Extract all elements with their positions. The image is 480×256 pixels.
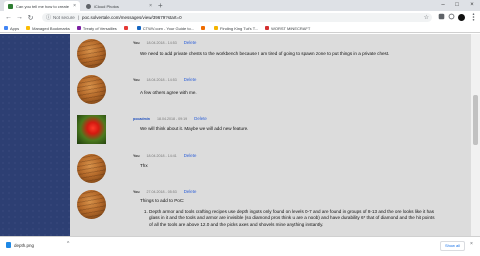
site-info-icon[interactable]: ⓘ — [46, 14, 51, 21]
bookmark-ctwv[interactable]: CTWV.com - Your Guide to... — [136, 25, 195, 31]
maximize-button[interactable]: □ — [450, 0, 464, 11]
tab-favicon-icon — [86, 3, 91, 9]
post-meta: You 18.04.2018 - 14:53 Delete — [133, 77, 196, 82]
bookmark-favicon-icon — [76, 26, 81, 30]
post-meta: You 18.04.2018 - 14:53 Delete — [133, 40, 196, 45]
extension-icon[interactable] — [437, 13, 446, 22]
tab-title: iCloud Photos — [94, 3, 119, 9]
feature-list: Depth armor and tools crafting recipes u… — [140, 209, 435, 229]
reload-button[interactable]: ↻ — [25, 14, 36, 22]
back-button[interactable]: ← — [3, 14, 14, 21]
bookmark-apps[interactable]: Apps — [4, 26, 19, 31]
bookmark-king-tut[interactable]: Finding King Tut's T... — [214, 26, 258, 31]
bookmark-label: Finding King Tut's T... — [220, 25, 259, 31]
address-bar[interactable]: ⓘ Not secure | poc.solvertale.com/messag… — [42, 13, 432, 22]
post-intro: Things to add to PoC: — [140, 198, 185, 203]
bookmark-favicon-icon — [214, 26, 219, 30]
bookmark-icon-only[interactable] — [201, 26, 207, 30]
bookmark-label: Treaty of Versailles — [82, 25, 117, 31]
message-post: You 18.04.2018 - 14:53 Delete A few othe… — [70, 73, 471, 113]
toolbar: ← → ↻ ⓘ Not secure | poc.solvertale.com/… — [0, 11, 480, 24]
post-author: You — [133, 78, 140, 82]
avatar — [77, 154, 106, 183]
post-author: You — [133, 190, 140, 194]
download-bar: depth.png ^ Show all × — [0, 236, 480, 256]
tab-close-icon[interactable]: × — [73, 3, 76, 9]
post-date: 18.04.2018 - 14:53 — [146, 78, 177, 82]
delete-link[interactable]: Delete — [184, 40, 197, 45]
bookmark-label: Apps — [10, 25, 20, 31]
scrollbar-thumb[interactable] — [473, 95, 478, 145]
tab-icloud[interactable]: iCloud Photos × — [82, 1, 156, 11]
page-viewport: You 18.04.2018 - 14:53 Delete We need to… — [0, 34, 480, 236]
address-separator: | — [77, 15, 79, 20]
message-post: You 27.04.2018 - 05:53 Delete Things to … — [70, 187, 471, 236]
apps-grid-icon — [4, 26, 8, 30]
post-body: We will think about it. Maybe we will ad… — [140, 126, 249, 131]
bookmark-favicon-icon — [136, 26, 141, 30]
post-date: 18.04.2018 - 14:41 — [146, 154, 177, 158]
show-all-button[interactable]: Show all — [440, 241, 465, 251]
post-body: Thx — [140, 163, 148, 168]
menu-kebab-icon[interactable] — [469, 13, 478, 22]
post-body: We need to add private chests to the wor… — [140, 51, 390, 56]
bookmark-star-icon[interactable]: ☆ — [424, 14, 429, 21]
message-thread: You 18.04.2018 - 14:53 Delete We need to… — [70, 34, 478, 236]
post-author: You — [133, 41, 140, 45]
tab-active[interactable]: Can you tell me how to create a... × — [4, 1, 80, 11]
message-post: pocadmin 18.04.2018 - 09:19 Delete We wi… — [70, 112, 471, 150]
delete-link[interactable]: Delete — [184, 77, 197, 82]
post-meta: You 18.04.2018 - 14:41 Delete — [133, 153, 196, 158]
avatar — [77, 115, 106, 144]
chevron-up-icon[interactable]: ^ — [67, 241, 69, 247]
message-post: You 18.04.2018 - 14:53 Delete We need to… — [70, 34, 471, 76]
post-meta: You 27.04.2018 - 05:53 Delete — [133, 189, 196, 194]
delete-link[interactable]: Delete — [194, 116, 207, 121]
post-date: 18.04.2018 - 09:19 — [156, 117, 188, 121]
avatar — [77, 39, 106, 68]
profile-avatar[interactable] — [458, 14, 465, 21]
bookmark-treaty[interactable]: Treaty of Versailles — [76, 25, 117, 31]
bookmark-managed[interactable]: Managed Bookmarks — [26, 26, 70, 31]
tab-close-icon[interactable]: × — [149, 3, 152, 9]
message-post: You 18.04.2018 - 14:41 Delete Thx — [70, 151, 471, 189]
image-file-icon — [6, 242, 11, 248]
delete-link[interactable]: Delete — [184, 189, 197, 194]
new-tab-button[interactable]: + — [158, 1, 163, 11]
minimize-button[interactable]: – — [436, 0, 450, 11]
forward-button[interactable]: → — [14, 14, 25, 21]
url-text[interactable]: poc.solvertale.com/messages/view/39679?s… — [82, 15, 182, 20]
avatar — [77, 75, 106, 104]
folder-icon — [26, 26, 31, 30]
bookmark-favicon-icon — [123, 26, 128, 30]
post-meta: pocadmin 18.04.2018 - 09:19 Delete — [133, 116, 207, 121]
download-filename: depth.png — [14, 242, 35, 248]
post-date: 27.04.2018 - 05:53 — [146, 190, 177, 194]
tab-strip: Can you tell me how to create a... × iCl… — [0, 0, 480, 11]
close-download-bar-icon[interactable]: × — [470, 241, 473, 247]
bookmarks-bar: Apps Managed Bookmarks Treaty of Versail… — [0, 24, 480, 33]
avatar — [77, 190, 106, 219]
security-label: Not secure — [53, 15, 75, 20]
youtube-icon — [265, 26, 270, 30]
bookmark-icon-only[interactable] — [123, 26, 130, 30]
close-window-button[interactable]: × — [465, 0, 479, 11]
tab-title: Can you tell me how to create a... — [16, 3, 71, 9]
bookmark-favicon-icon — [201, 26, 206, 30]
post-author: You — [133, 154, 140, 158]
post-body: Things to add to PoC: Depth armor and to… — [140, 198, 435, 228]
bookmark-worst-minecraft[interactable]: WORST MINECRAFT — [265, 26, 310, 31]
download-item[interactable]: depth.png — [6, 242, 34, 248]
post-date: 18.04.2018 - 14:53 — [146, 41, 177, 45]
tab-favicon-icon — [8, 3, 13, 9]
delete-link[interactable]: Delete — [184, 153, 197, 158]
post-body: A few others agree with me. — [140, 90, 197, 95]
bookmark-label: WORST MINECRAFT — [271, 25, 311, 31]
bookmark-label: CTWV.com - Your Guide to... — [142, 25, 195, 31]
extension-icon[interactable] — [447, 13, 456, 22]
bookmark-label: Managed Bookmarks — [32, 25, 70, 31]
list-item: Depth armor and tools crafting recipes u… — [149, 209, 435, 229]
post-author: pocadmin — [133, 117, 150, 121]
